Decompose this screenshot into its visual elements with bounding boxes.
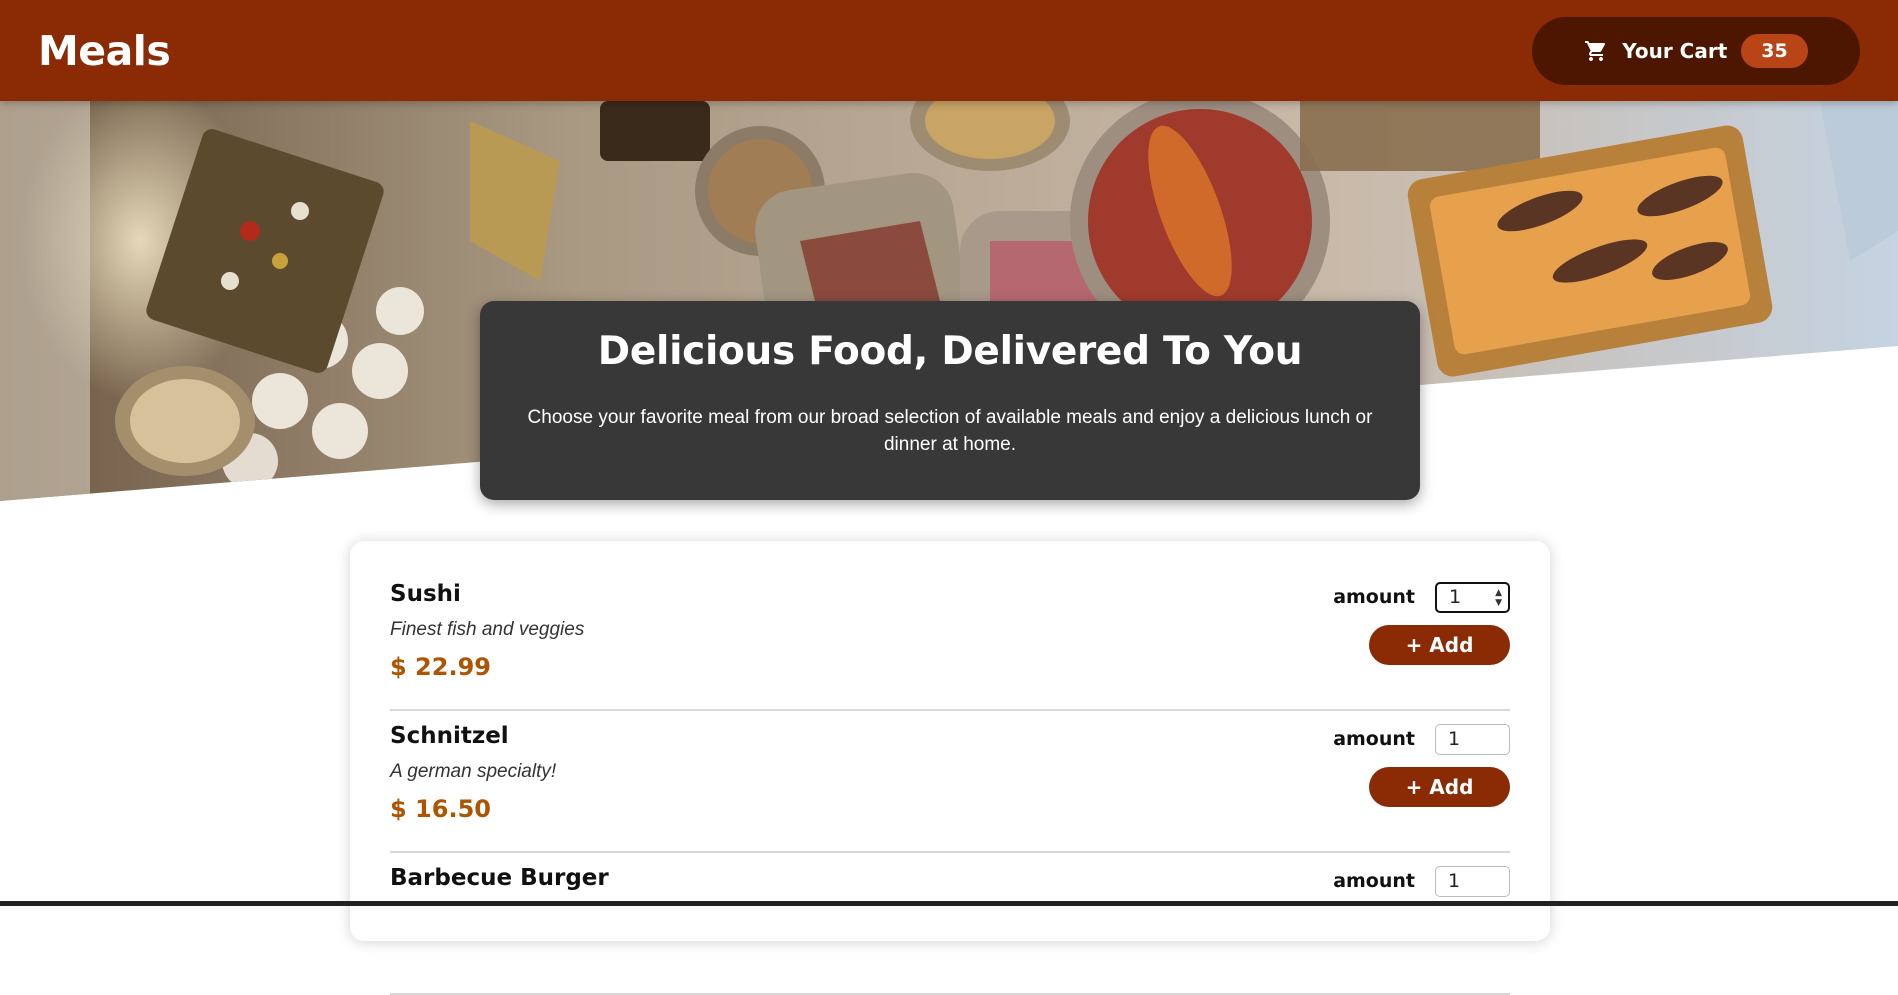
main-header: Meals Your Cart 35 — [0, 0, 1898, 101]
amount-label: amount — [1333, 586, 1415, 608]
meal-item-sushi: Sushi Finest fish and veggies $ 22.99 am… — [390, 569, 1510, 711]
add-button[interactable]: + Add — [1369, 767, 1510, 807]
cart-count-badge: 35 — [1741, 33, 1808, 68]
amount-row: amount 1 — [1333, 865, 1510, 897]
amount-value: 1 — [1449, 586, 1462, 608]
amount-label: amount — [1333, 870, 1415, 892]
number-spinner-icon[interactable]: ▲ ▼ — [1495, 588, 1502, 608]
app-title: Meals — [38, 26, 171, 75]
shopping-cart-icon — [1584, 39, 1608, 63]
meal-form: amount 1 — [1333, 865, 1510, 897]
cart-button[interactable]: Your Cart 35 — [1532, 16, 1860, 85]
add-button[interactable]: + Add — [1369, 625, 1510, 665]
amount-row: amount 1 ▲ ▼ — [1333, 581, 1510, 613]
amount-value: 1 — [1448, 870, 1461, 892]
meal-form: amount 1 + Add — [1333, 723, 1510, 807]
amount-input[interactable]: 1 — [1435, 723, 1510, 755]
available-meals-card: Sushi Finest fish and veggies $ 22.99 am… — [350, 541, 1550, 995]
meal-form: amount 1 ▲ ▼ + Add — [1333, 581, 1510, 665]
amount-label: amount — [1333, 728, 1415, 750]
cart-label: Your Cart — [1622, 38, 1728, 63]
amount-value: 1 — [1448, 728, 1461, 750]
summary-title: Delicious Food, Delivered To You — [597, 329, 1303, 374]
meal-item-schnitzel: Schnitzel A german specialty! $ 16.50 am… — [390, 711, 1510, 853]
amount-input[interactable]: 1 ▲ ▼ — [1435, 581, 1510, 613]
meals-summary: Delicious Food, Delivered To You Choose … — [480, 301, 1420, 500]
amount-row: amount 1 — [1333, 723, 1510, 755]
summary-text: Choose your favorite meal from our broad… — [527, 407, 1373, 455]
meal-item-barbecue-burger: Barbecue Burger amount 1 — [390, 853, 1510, 995]
window-bottom-edge — [0, 901, 1898, 906]
amount-input[interactable]: 1 — [1435, 865, 1510, 897]
